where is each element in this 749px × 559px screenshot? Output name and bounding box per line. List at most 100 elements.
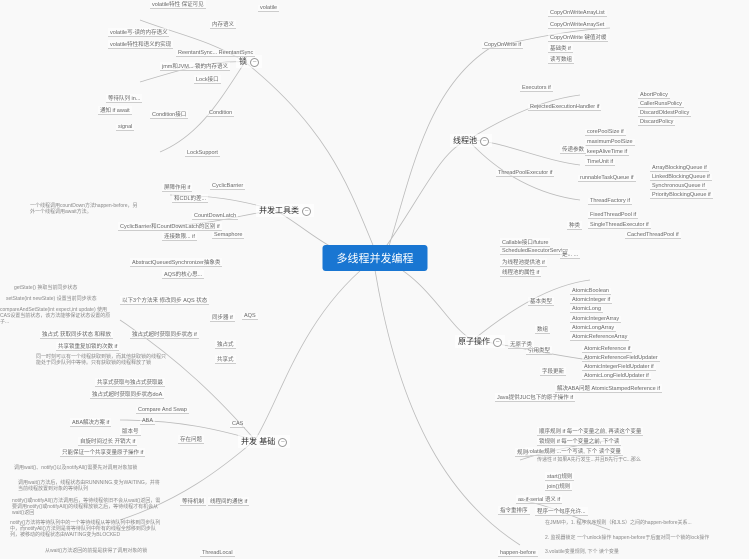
node-hbjoin[interactable]: join()规则 [545, 482, 572, 491]
node-core[interactable]: corePoolSize if [585, 129, 626, 136]
node-semaphore[interactable]: Semaphore [212, 232, 244, 239]
branch-devbasic[interactable]: 并发 基础− [238, 435, 290, 448]
node-volatile-feat2[interactable]: 内存语义 [210, 20, 236, 29]
node-single[interactable]: SingleThreadExecutor if [588, 222, 651, 229]
node-juc[interactable]: Java提供JUC包下的原子操作 if [495, 393, 575, 402]
node-cow-map2[interactable]: 基础类 if [548, 44, 573, 53]
node-cb-note[interactable]: 屏障作用 if [162, 183, 192, 192]
node-abool[interactable]: AtomicBoolean [570, 288, 611, 295]
node-caller[interactable]: CallerRunsPolicy [638, 101, 684, 108]
node-abort[interactable]: AbortPolicy [638, 92, 670, 99]
node-cas-prob[interactable]: 存在问题 [178, 435, 204, 444]
node-aba-t[interactable]: ABA [140, 418, 155, 425]
node-hb2[interactable]: 锁规则 if 每一个变量之前, 下个读 [537, 437, 621, 446]
node-params[interactable]: 传递参数 [560, 145, 586, 154]
node-wait-head[interactable]: 等待机制 [180, 497, 206, 506]
node-volatile-feat1[interactable]: volatile特性 保证可见 [150, 0, 206, 9]
node-share-get[interactable]: 共享式获取与独占式获取最 [95, 378, 165, 387]
node-cyclicbarrier[interactable]: CyclicBarrier [210, 183, 245, 190]
node-condition[interactable]: Condition [207, 110, 234, 117]
node-cond-use[interactable]: 等待队列 in... [106, 94, 142, 103]
node-tf[interactable]: ThreadFactory if [588, 198, 632, 205]
node-volatile-rule1[interactable]: volatile写-读的内存语义 [108, 28, 169, 37]
node-cow-list[interactable]: CopyOnWriteArrayList [548, 10, 607, 17]
node-sq[interactable]: SynchronousQueue if [650, 183, 707, 190]
node-aint[interactable]: AtomicInteger if [570, 297, 612, 304]
collapse-icon[interactable]: − [493, 338, 502, 347]
node-reentrant[interactable]: ReentantSync... ReentantSync [176, 50, 255, 57]
node-alarr[interactable]: AtomicLongArray [570, 325, 616, 332]
node-reff[interactable]: AtomicReferenceFieldUpdater [582, 355, 660, 362]
node-stamped[interactable]: 解决ABA问题 AtomicStampedReference if [555, 384, 662, 393]
node-ararr[interactable]: AtomicReferenceArray [570, 334, 629, 341]
node-pool-m[interactable]: 为线程池提供池 if [500, 258, 547, 267]
node-btype[interactable]: 基本类型 [528, 297, 554, 306]
node-disc[interactable]: DiscardPolicy [638, 119, 675, 126]
node-condition-head[interactable]: Condition接口 [150, 110, 188, 119]
node-types[interactable]: 种类 [567, 221, 582, 230]
node-cond-await[interactable]: 通知 if await [98, 106, 132, 115]
node-cow[interactable]: CopyOnWrite if [482, 42, 523, 49]
node-max[interactable]: maximumPoolSize [585, 139, 635, 146]
node-reject[interactable]: RejectedExecutionHandler if [528, 104, 601, 111]
node-asif[interactable]: as-if-serial 语义 if [516, 495, 562, 504]
node-keep[interactable]: keepAliveTime if [585, 149, 629, 156]
node-cow-map1[interactable]: CopyOnWrite 键值对缓 [548, 33, 608, 42]
node-reorder[interactable]: 指令重排序 [498, 506, 530, 515]
node-cond-signal[interactable]: signal [116, 124, 134, 131]
collapse-icon[interactable]: − [302, 207, 311, 216]
node-aqs-head[interactable]: 同步器 if [210, 313, 235, 322]
node-aqs-title[interactable]: AbstractQueuedSynchronizer抽象类 [130, 258, 222, 267]
node-aref[interactable]: AtomicReference if [582, 346, 632, 353]
node-rq[interactable]: runnableTaskQueue if [578, 175, 636, 182]
root-node[interactable]: 多线程并发编程 [323, 245, 428, 271]
node-hb3[interactable]: volatile规则 ...一个写读, 下个 读个变量 [525, 447, 623, 456]
node-share-get2[interactable]: 独占式超时获取同步状态doA [90, 390, 164, 399]
node-hb[interactable]: happen-before [498, 550, 538, 557]
node-noatom[interactable]: 无原子类 [508, 340, 534, 349]
node-aba[interactable]: ABA解决方案 if [70, 418, 111, 427]
node-executors[interactable]: Executors if [520, 85, 553, 92]
node-excl-desc[interactable]: 独占式超时获取同步状态 if [130, 330, 199, 339]
node-pool-n[interactable]: 是... ... [560, 250, 580, 259]
node-excl-more[interactable]: 共享锁重复加锁的次数 if [56, 342, 119, 351]
node-hbstart[interactable]: start()规则 [545, 472, 574, 481]
collapse-icon[interactable]: − [480, 137, 489, 146]
branch-devtools[interactable]: 并发工具类− [256, 204, 314, 217]
node-disc-old[interactable]: DiscardOldestPolicy [638, 110, 691, 117]
node-lock-type[interactable]: 共享式 [215, 355, 236, 364]
collapse-icon[interactable]: − [278, 438, 287, 447]
node-tu[interactable]: TimeUnit if [585, 159, 615, 166]
node-locksupport[interactable]: LockSupport [185, 150, 220, 157]
node-aqs-methods[interactable]: 以下3个方法来 修改同步 AQS 状态 [120, 296, 209, 305]
node-sync-impl[interactable]: jmm和JVM... 锁的内存语义 [160, 62, 230, 71]
node-spin[interactable]: 自旋时间过长 开销大 if [78, 437, 137, 446]
node-cdl[interactable]: CountDownLatch [192, 213, 238, 220]
node-cas-title[interactable]: Compare And Swap [136, 407, 189, 414]
node-cdl-sub[interactable]: CyclicBarrier和CountDownLatch的区别 if [118, 222, 222, 231]
node-tpe[interactable]: ThreadPoolExecutor if [496, 170, 554, 177]
node-aiarr[interactable]: AtomicIntegerArray [570, 316, 621, 323]
node-thread-comm[interactable]: 线程间的通信 if [208, 497, 249, 506]
node-abq[interactable]: ArrayBlockingQueue if [650, 165, 709, 172]
node-volatile-rule2[interactable]: volatile特性和语义的实现 [108, 40, 173, 49]
node-pool-a[interactable]: 线程池的属性 if [500, 268, 541, 277]
node-aqs-sub[interactable]: AQS的核心思... [162, 270, 204, 279]
node-reorder-sub[interactable]: 程序一个句序允许... [535, 507, 588, 516]
branch-threadpool[interactable]: 线程池− [450, 134, 492, 147]
node-longf[interactable]: AtomicLongFieldUpdater if [582, 373, 651, 380]
node-hbhead[interactable]: 规则 [515, 448, 530, 457]
node-cow-set[interactable]: CopyOnWriteArraySet [548, 22, 606, 29]
node-along[interactable]: AtomicLong [570, 306, 603, 313]
node-aqs-root[interactable]: AQS [242, 313, 258, 320]
node-lbq[interactable]: LinkedBlockingQueue if [650, 174, 712, 181]
node-version[interactable]: 版本号 [120, 427, 141, 436]
node-volatile[interactable]: volatile [258, 5, 279, 12]
node-hb1[interactable]: 顺序规则 if 每一个变量之前, 再读这个变量 [537, 427, 643, 436]
node-cow-sub[interactable]: 读写数组 [548, 55, 574, 64]
node-fixed[interactable]: FixedThreadPool if [588, 212, 638, 219]
node-threadlocal[interactable]: ThreadLocal [200, 550, 235, 557]
node-arrtype[interactable]: 数组 [535, 325, 550, 334]
node-excl-lock[interactable]: 独占式 [215, 340, 236, 349]
branch-atomic[interactable]: 原子操作− [455, 335, 505, 348]
